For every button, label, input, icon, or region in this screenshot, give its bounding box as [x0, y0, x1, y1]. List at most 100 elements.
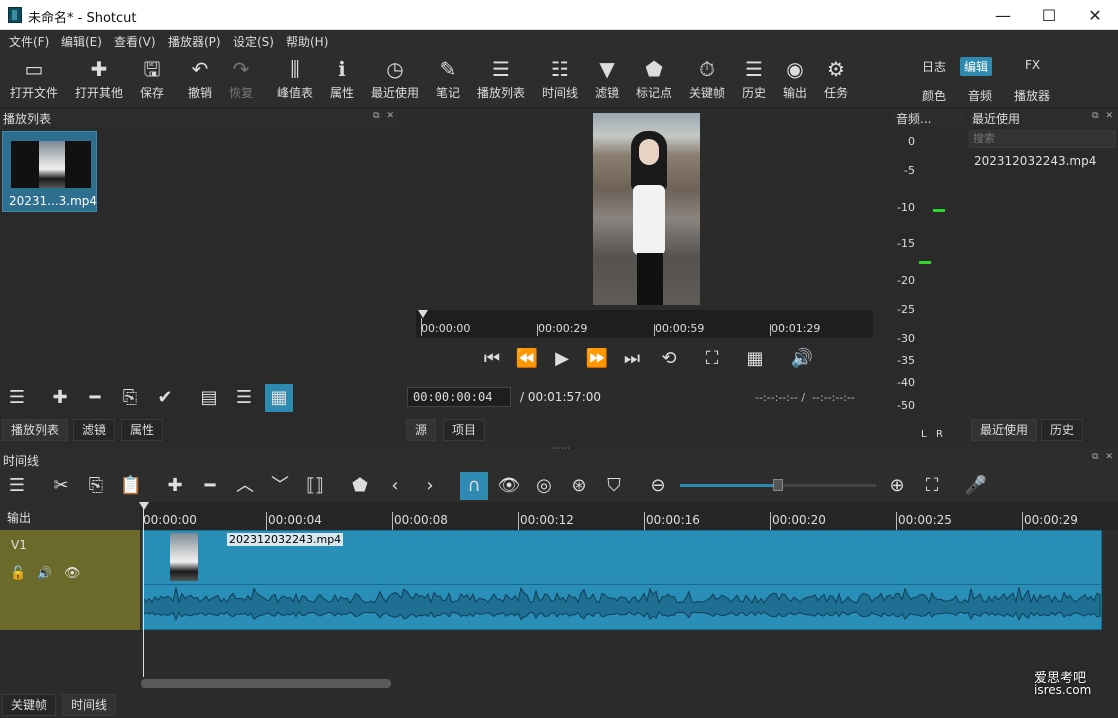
timeline-button[interactable]: ☷ 时间线	[542, 56, 578, 101]
jobs-button[interactable]: ⚙ 任务	[824, 56, 848, 101]
scrub-eye-icon[interactable]: 👁	[495, 472, 523, 500]
export-button[interactable]: ◉ 输出	[783, 56, 807, 101]
skip-next-icon[interactable]: ⏭	[618, 345, 646, 373]
record-audio-icon[interactable]: 🎤	[962, 472, 990, 500]
snap-magnet-icon[interactable]: ∩	[460, 472, 488, 500]
layout-fx[interactable]: FX	[1021, 57, 1044, 73]
menu-view[interactable]: 查看(V)	[114, 33, 156, 50]
paste-icon[interactable]: 📋	[117, 472, 145, 500]
menu-file[interactable]: 文件(F)	[9, 33, 49, 50]
playhead-marker[interactable]	[139, 502, 149, 510]
grid-view-icon[interactable]: ▦	[265, 384, 293, 412]
remove-icon[interactable]: ━	[196, 472, 224, 500]
timeline-scrollbar[interactable]	[140, 677, 1118, 689]
keyframes-button[interactable]: ⏱ 关键帧	[689, 56, 725, 101]
grid-icon[interactable]: ▦	[741, 345, 769, 373]
ripple-all-icon[interactable]: ⊛	[565, 472, 593, 500]
ripple-icon[interactable]: ◎	[530, 472, 558, 500]
layout-player[interactable]: 播放器	[1010, 86, 1054, 105]
tab-properties[interactable]: 属性	[121, 419, 164, 441]
tab-timeline[interactable]: 时间线	[62, 694, 117, 716]
history-button[interactable]: ☰ 历史	[742, 56, 766, 101]
maximize-button[interactable]: ☐	[1026, 0, 1072, 30]
properties-button[interactable]: ℹ 属性	[330, 56, 354, 101]
v1-track-header[interactable]: V1 🔓 🔊 👁	[0, 530, 140, 630]
fast-forward-icon[interactable]: ⏩	[583, 345, 611, 373]
tab-filters[interactable]: 滤镜	[73, 419, 116, 441]
tab-playlist[interactable]: 播放列表	[2, 419, 69, 441]
dock-buttons[interactable]: ⧉ ✕	[373, 111, 396, 121]
skip-previous-icon[interactable]: ⏮	[478, 345, 506, 373]
open-file-button[interactable]: ▭ 打开文件	[10, 56, 58, 101]
split-icon[interactable]: ⟦⟧	[301, 472, 329, 500]
copy-icon[interactable]: ⎘	[82, 472, 110, 500]
recent-button[interactable]: ◷ 最近使用	[371, 56, 419, 101]
close-button[interactable]: ✕	[1072, 0, 1118, 30]
rewind-icon[interactable]: ⏪	[513, 345, 541, 373]
zoom-out-icon[interactable]: ⊖	[644, 472, 672, 500]
append-icon[interactable]: ✚	[161, 472, 189, 500]
notes-button[interactable]: ✎ 笔记	[436, 56, 460, 101]
play-icon[interactable]: ▶	[548, 345, 576, 373]
lock-icon[interactable]: 🔓	[10, 566, 26, 581]
loop-icon[interactable]: ⟲	[655, 345, 683, 373]
add-icon[interactable]: ✚	[46, 384, 74, 412]
marker-icon[interactable]: ⬟	[346, 472, 374, 500]
save-button[interactable]: 🖫 保存	[140, 56, 164, 101]
layout-log[interactable]: 日志	[918, 57, 950, 76]
open-other-button[interactable]: ✚ 打开其他	[75, 56, 123, 101]
menu-icon[interactable]: ☰	[3, 472, 31, 500]
tab-recent[interactable]: 最近使用	[971, 419, 1038, 441]
zoom-slider[interactable]	[680, 479, 876, 491]
tab-keyframes[interactable]: 关键帧	[2, 694, 57, 716]
timeline-ruler[interactable]: 00:00:00 00:00:04 00:00:08 00:00:12 00:0…	[140, 502, 1118, 530]
redo-button[interactable]: ↷ 恢复	[229, 56, 253, 101]
minimize-button[interactable]: —	[980, 0, 1026, 30]
menu-help[interactable]: 帮助(H)	[286, 33, 328, 50]
peak-meter-button[interactable]: ⫼ 峰值表	[277, 56, 313, 101]
details-view-icon[interactable]: ▤	[195, 384, 223, 412]
menu-edit[interactable]: 编辑(E)	[61, 33, 102, 50]
playhead-marker[interactable]	[418, 310, 428, 318]
update-icon[interactable]: ⎘	[116, 384, 144, 412]
tab-source[interactable]: 源	[406, 419, 437, 441]
zoom-slider-handle[interactable]	[773, 479, 783, 491]
mute-icon[interactable]: 🔊	[37, 566, 52, 580]
check-icon[interactable]: ✔	[151, 384, 179, 412]
layout-audio[interactable]: 音频	[964, 86, 996, 105]
overwrite-icon[interactable]: ﹀	[266, 472, 294, 500]
layout-edit[interactable]: 编辑	[960, 57, 993, 76]
dock-buttons[interactable]: ⧉ ✕	[1092, 452, 1115, 462]
playlist-button[interactable]: ☰ 播放列表	[477, 56, 525, 101]
timeline-clip[interactable]: 202312032243.mp4	[142, 530, 1102, 630]
layout-color[interactable]: 颜色	[918, 86, 950, 105]
timeline-playhead[interactable]	[143, 502, 144, 678]
eye-icon[interactable]: 👁	[64, 566, 81, 581]
previous-marker-icon[interactable]: ‹	[381, 472, 409, 500]
remove-icon[interactable]: ━	[81, 384, 109, 412]
list-view-icon[interactable]: ☰	[230, 384, 258, 412]
undo-button[interactable]: ↶ 撤销	[188, 56, 212, 101]
zoom-fit-icon[interactable]: ⛶	[698, 345, 726, 373]
ripple-markers-icon[interactable]: ⛉	[600, 472, 628, 500]
volume-icon[interactable]: 🔊	[788, 345, 816, 373]
next-marker-icon[interactable]: ›	[416, 472, 444, 500]
zoom-fit-icon[interactable]: ⛶	[918, 472, 946, 500]
menu-player[interactable]: 播放器(P)	[168, 33, 221, 50]
scrollbar-handle[interactable]	[141, 679, 391, 688]
tab-project[interactable]: 项目	[443, 419, 486, 441]
menu-icon[interactable]: ☰	[3, 384, 31, 412]
zoom-in-icon[interactable]: ⊕	[883, 472, 911, 500]
lift-icon[interactable]: ︿	[231, 472, 259, 500]
recent-search-input[interactable]	[969, 130, 1116, 148]
recent-list-item[interactable]: 202312032243.mp4	[974, 154, 1096, 168]
player-scrubber[interactable]: 00:00:00 00:00:29 00:00:59 00:01:29	[416, 310, 873, 338]
dock-buttons[interactable]: ⧉ ✕	[1092, 111, 1115, 121]
timecode-field[interactable]: 00:00:00:04	[407, 387, 511, 407]
menu-settings[interactable]: 设定(S)	[233, 33, 274, 50]
tab-history[interactable]: 历史	[1041, 419, 1084, 441]
cut-icon[interactable]: ✂	[47, 472, 75, 500]
playlist-item[interactable]: 20231...3.mp4	[2, 131, 97, 212]
markers-button[interactable]: ⬟ 标记点	[636, 56, 672, 101]
filters-button[interactable]: ▼ 滤镜	[595, 56, 619, 101]
